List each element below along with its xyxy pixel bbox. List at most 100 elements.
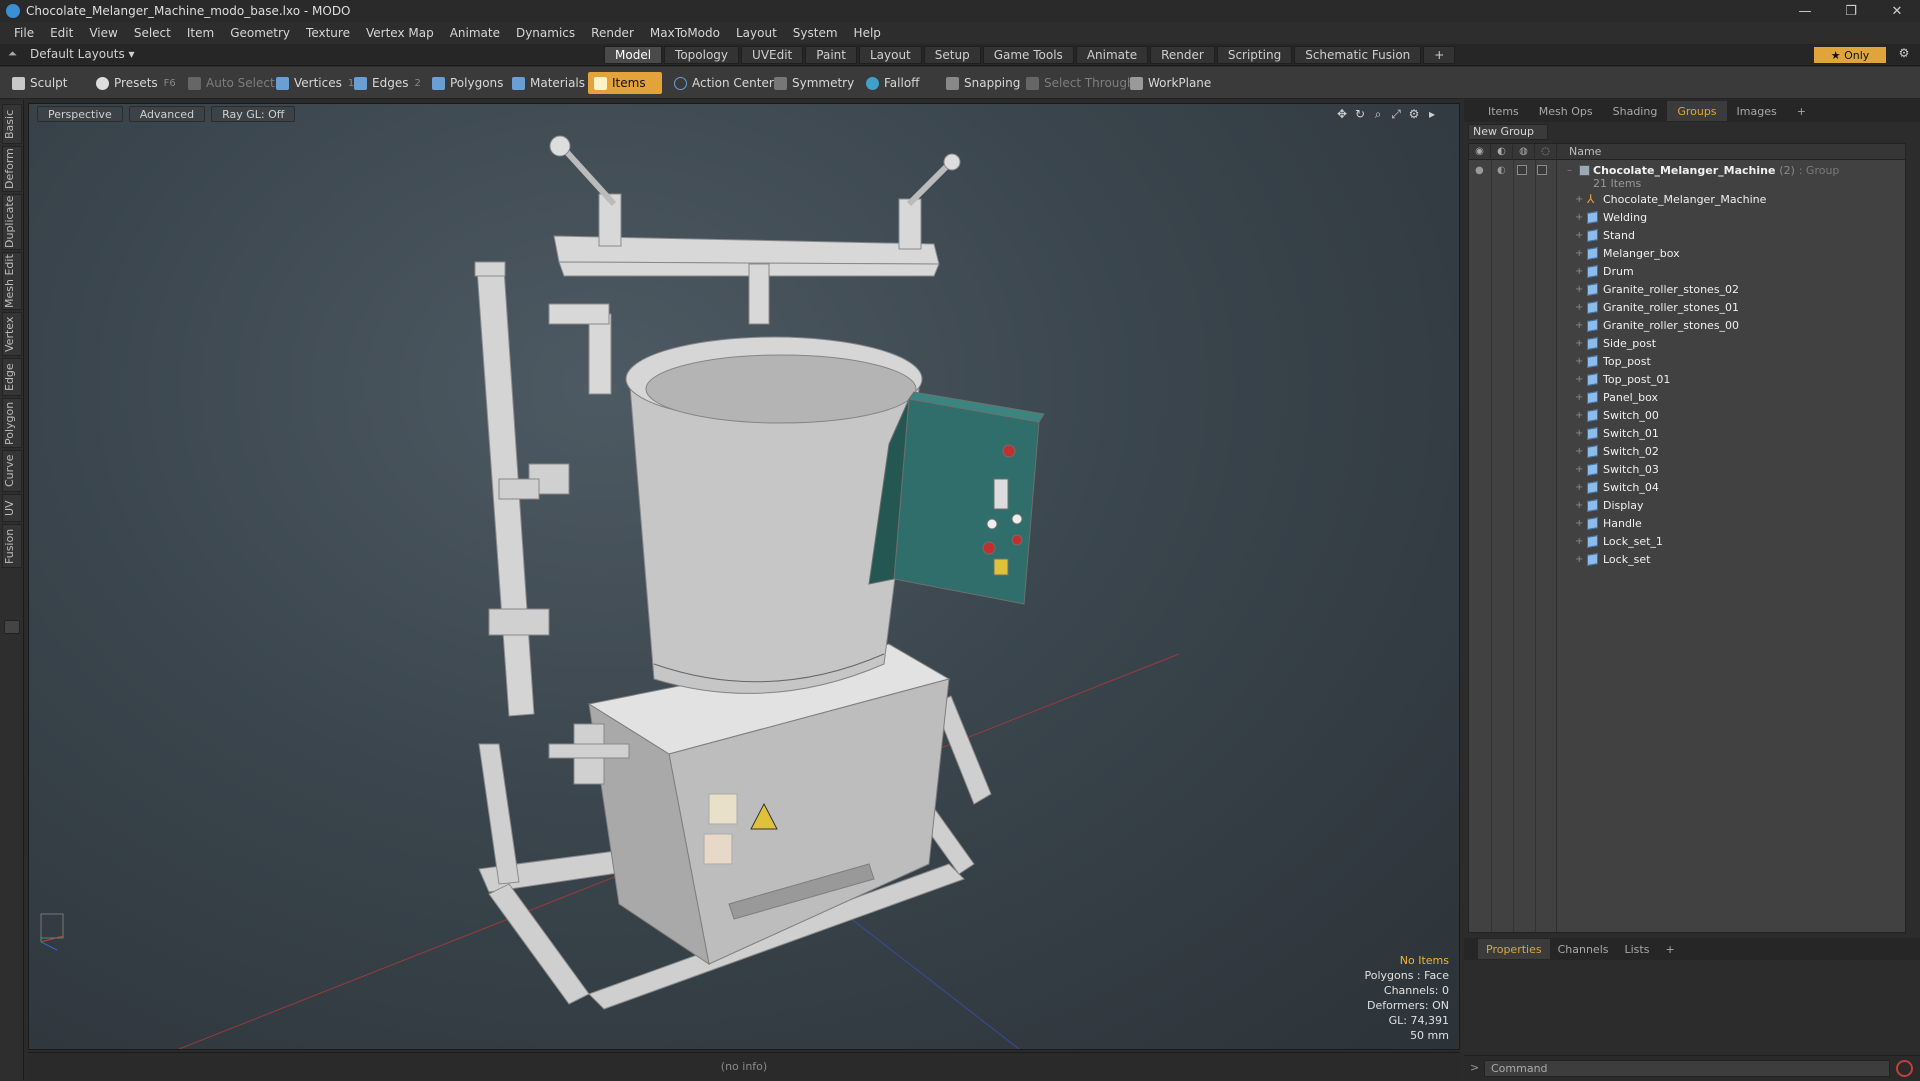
- expand-toolbox-button[interactable]: [4, 620, 20, 634]
- tree-item-welding[interactable]: + Welding: [1469, 208, 1905, 226]
- tab-uvedit[interactable]: UVEdit: [741, 46, 804, 64]
- polygons-button[interactable]: Polygons: [426, 72, 509, 94]
- tree-item-lock-set[interactable]: + Lock_set: [1469, 550, 1905, 568]
- tab-polygon[interactable]: Polygon: [2, 398, 22, 448]
- expand-icon[interactable]: +: [1575, 482, 1583, 493]
- expand-icon[interactable]: +: [1575, 392, 1583, 403]
- tab-model[interactable]: Model: [604, 46, 663, 64]
- add-tab-button[interactable]: +: [1423, 46, 1456, 64]
- tree-item-switch-01[interactable]: + Switch_01: [1469, 424, 1905, 442]
- tab-scripting[interactable]: Scripting: [1216, 46, 1293, 64]
- tab-render[interactable]: Render: [1150, 46, 1215, 64]
- tree-item-chocolate-melanger-machine[interactable]: + ⅄ Chocolate_Melanger_Machine: [1469, 190, 1905, 208]
- tab-uv[interactable]: UV: [2, 494, 22, 522]
- tree-item-switch-03[interactable]: + Switch_03: [1469, 460, 1905, 478]
- menu-maxtomodo[interactable]: MaxToModo: [642, 26, 728, 40]
- expand-icon[interactable]: +: [1575, 500, 1583, 511]
- gear-icon[interactable]: ⚙: [1894, 46, 1914, 64]
- tab-items[interactable]: Items: [1478, 101, 1529, 121]
- tab-schematic-fusion[interactable]: Schematic Fusion: [1294, 46, 1422, 64]
- minimize-button[interactable]: —: [1782, 0, 1828, 22]
- command-history-icon[interactable]: [1896, 1060, 1913, 1077]
- action-center-button[interactable]: Action Center: [668, 72, 780, 94]
- tab-shading[interactable]: Shading: [1603, 101, 1668, 121]
- expand-icon[interactable]: +: [1575, 284, 1583, 295]
- menu-texture[interactable]: Texture: [298, 26, 358, 40]
- tab-deform[interactable]: Deform: [2, 146, 22, 192]
- menu-help[interactable]: Help: [846, 26, 889, 40]
- menu-edit[interactable]: Edit: [42, 26, 81, 40]
- expand-icon[interactable]: +: [1575, 464, 1583, 475]
- workplane-button[interactable]: WorkPlane: [1124, 72, 1217, 94]
- menu-render[interactable]: Render: [583, 26, 642, 40]
- menu-select[interactable]: Select: [126, 26, 179, 40]
- tab-vertex[interactable]: Vertex: [2, 312, 22, 356]
- select-column-icon[interactable]: ◌: [1535, 144, 1557, 160]
- tree-item-panel-box[interactable]: + Panel_box: [1469, 388, 1905, 406]
- expand-icon[interactable]: +: [1575, 536, 1583, 547]
- command-input[interactable]: Command: [1484, 1060, 1890, 1077]
- expand-icon[interactable]: +: [1575, 518, 1583, 529]
- expand-icon[interactable]: +: [1575, 410, 1583, 421]
- tab-game-tools[interactable]: Game Tools: [982, 46, 1074, 64]
- vertices-button[interactable]: Vertices 1: [270, 72, 360, 94]
- tree-item-switch-00[interactable]: + Switch_00: [1469, 406, 1905, 424]
- materials-button[interactable]: Materials: [506, 72, 591, 94]
- menu-animate[interactable]: Animate: [442, 26, 508, 40]
- tab-images[interactable]: Images: [1727, 101, 1787, 121]
- tree-item-top-post[interactable]: + Top_post: [1469, 352, 1905, 370]
- tab-groups[interactable]: Groups: [1667, 101, 1727, 121]
- tab-mesh-edit[interactable]: Mesh Edit: [2, 252, 22, 310]
- tree-item-handle[interactable]: + Handle: [1469, 514, 1905, 532]
- tab-setup[interactable]: Setup: [923, 46, 981, 64]
- tab-basic[interactable]: Basic: [2, 104, 22, 144]
- expand-icon[interactable]: +: [1575, 248, 1583, 259]
- tab-mesh-ops[interactable]: Mesh Ops: [1529, 101, 1603, 121]
- items-button[interactable]: Items: [588, 72, 662, 94]
- menu-layout[interactable]: Layout: [728, 26, 785, 40]
- tree-item-stand[interactable]: + Stand: [1469, 226, 1905, 244]
- snapping-button[interactable]: Snapping: [940, 72, 1026, 94]
- edges-button[interactable]: Edges 2: [348, 72, 427, 94]
- tab-animate[interactable]: Animate: [1075, 46, 1149, 64]
- expand-icon[interactable]: +: [1575, 230, 1583, 241]
- expand-icon[interactable]: +: [1575, 266, 1583, 277]
- expand-icon[interactable]: +: [1575, 446, 1583, 457]
- expand-icon[interactable]: +: [1575, 212, 1583, 223]
- select-through-button[interactable]: Select Through: [1020, 72, 1141, 94]
- 3d-viewport[interactable]: Perspective Advanced Ray GL: Off ✥ ↻ ⌕ ⤢…: [28, 103, 1460, 1050]
- tree-item-switch-04[interactable]: + Switch_04: [1469, 478, 1905, 496]
- new-group-button[interactable]: New Group: [1468, 124, 1548, 140]
- render-column-icon[interactable]: ◐: [1491, 144, 1513, 160]
- expand-icon[interactable]: +: [1575, 428, 1583, 439]
- tab-lists[interactable]: Lists: [1617, 939, 1658, 959]
- expand-icon[interactable]: +: [1575, 338, 1583, 349]
- expand-icon[interactable]: +: [1575, 320, 1583, 331]
- add-properties-tab-button[interactable]: +: [1657, 939, 1682, 959]
- tab-edge[interactable]: Edge: [2, 358, 22, 396]
- lock-column-icon[interactable]: ◍: [1513, 144, 1535, 160]
- menu-dynamics[interactable]: Dynamics: [508, 26, 583, 40]
- menu-vertex-map[interactable]: Vertex Map: [358, 26, 442, 40]
- falloff-button[interactable]: Falloff: [860, 72, 925, 94]
- tab-fusion[interactable]: Fusion: [2, 524, 22, 568]
- tree-item-side-post[interactable]: + Side_post: [1469, 334, 1905, 352]
- presets-button[interactable]: Presets F6: [90, 72, 182, 94]
- menu-view[interactable]: View: [81, 26, 125, 40]
- auto-select-button[interactable]: Auto Select: [182, 72, 281, 94]
- expand-icon[interactable]: +: [1575, 356, 1583, 367]
- tree-item-switch-02[interactable]: + Switch_02: [1469, 442, 1905, 460]
- expand-icon[interactable]: +: [1575, 554, 1583, 565]
- tab-paint[interactable]: Paint: [805, 46, 857, 64]
- close-button[interactable]: ✕: [1874, 0, 1920, 22]
- tab-properties[interactable]: Properties: [1478, 939, 1550, 959]
- tab-duplicate[interactable]: Duplicate: [2, 194, 22, 250]
- menu-system[interactable]: System: [785, 26, 846, 40]
- tree-item-top-post-01[interactable]: + Top_post_01: [1469, 370, 1905, 388]
- menu-file[interactable]: File: [6, 26, 42, 40]
- tree-item-drum[interactable]: + Drum: [1469, 262, 1905, 280]
- menu-item[interactable]: Item: [179, 26, 222, 40]
- tree-item-lock-set-1[interactable]: + Lock_set_1: [1469, 532, 1905, 550]
- visibility-column-icon[interactable]: ◉: [1469, 144, 1491, 160]
- expand-icon[interactable]: +: [1575, 374, 1583, 385]
